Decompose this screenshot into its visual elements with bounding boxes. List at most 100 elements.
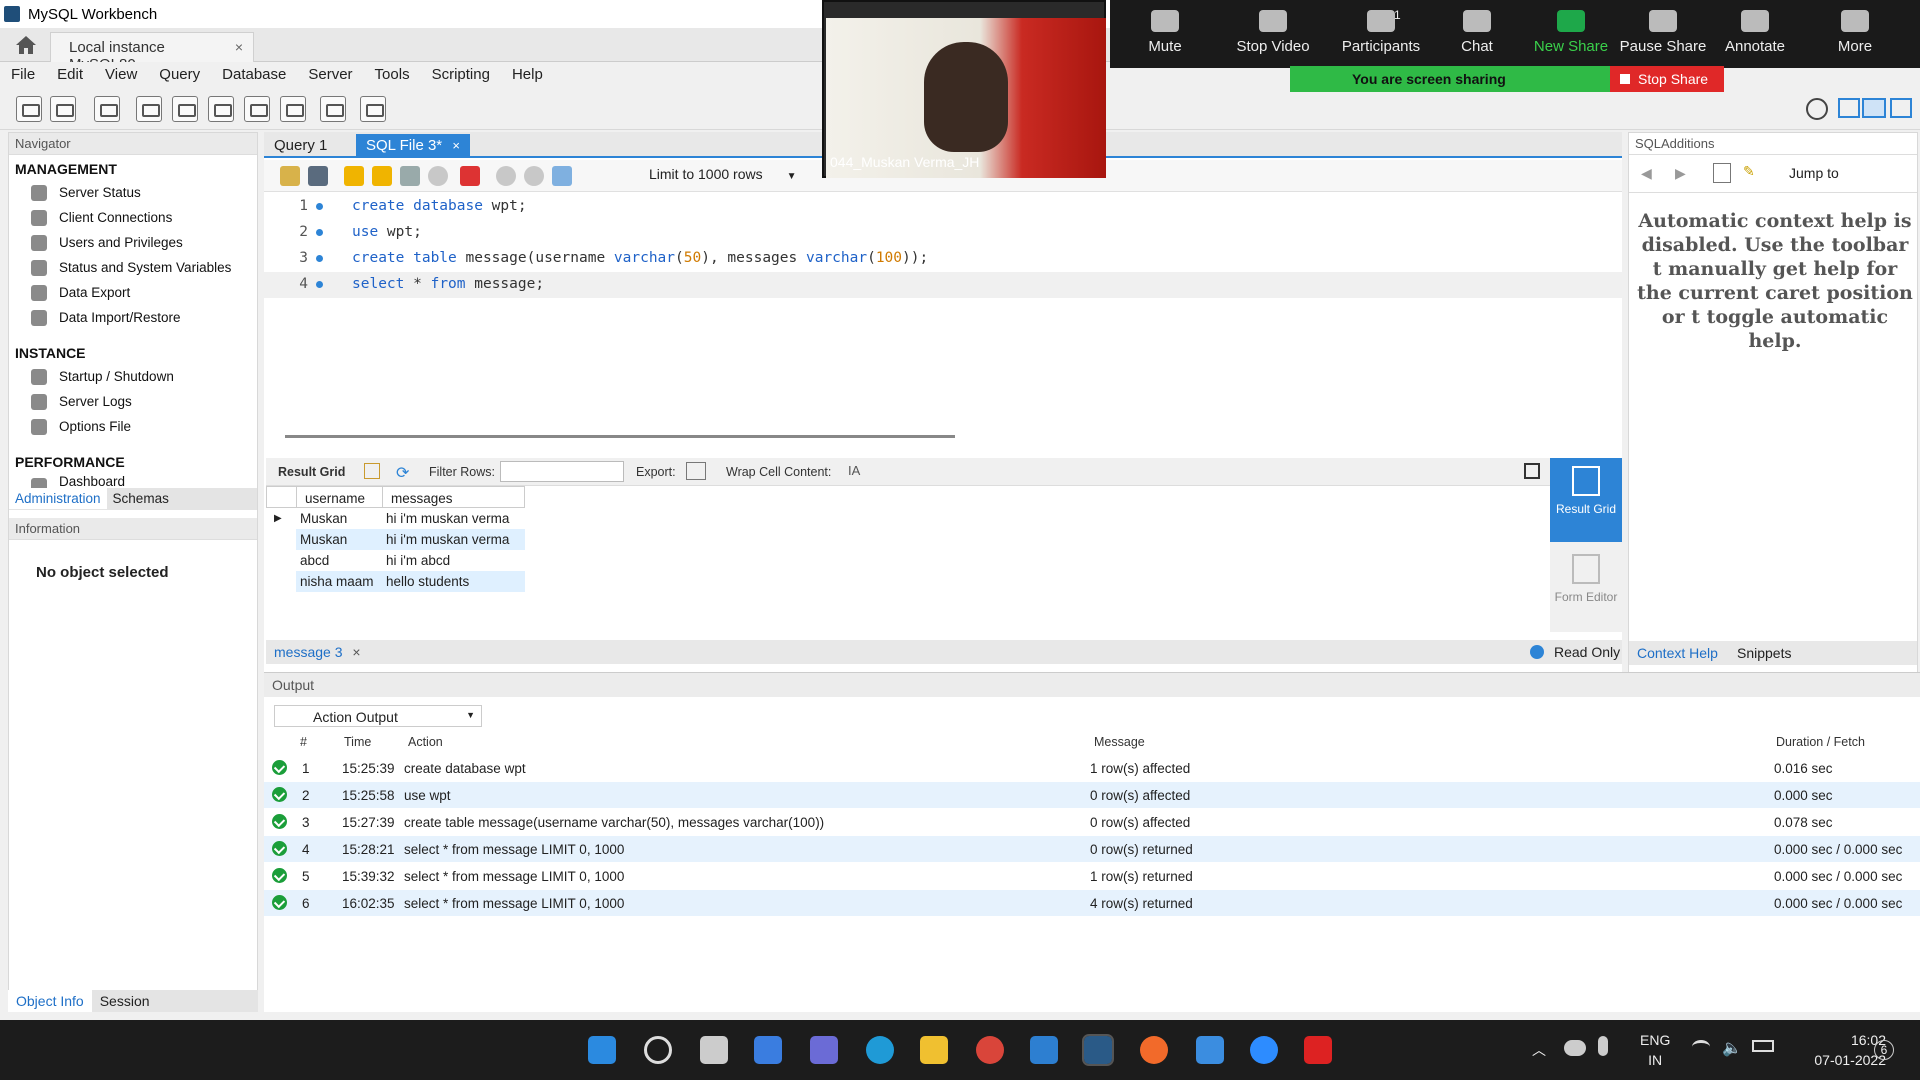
stop-icon[interactable] — [428, 166, 448, 186]
nav-server-logs[interactable]: Server Logs — [9, 390, 257, 415]
battery-icon[interactable] — [1752, 1040, 1774, 1052]
toggle-sidebar-icon[interactable] — [1838, 98, 1860, 118]
create-function-icon[interactable] — [280, 96, 306, 122]
column-header-username[interactable]: username — [296, 486, 383, 508]
grid-icon[interactable] — [364, 463, 380, 479]
create-table-icon[interactable] — [172, 96, 198, 122]
microphone-icon[interactable] — [1598, 1036, 1608, 1056]
create-procedure-icon[interactable] — [244, 96, 270, 122]
execute-current-icon[interactable] — [372, 166, 392, 186]
inspector-icon[interactable] — [94, 96, 120, 122]
create-schema-icon[interactable] — [136, 96, 162, 122]
participant-video[interactable]: 044_Muskan Verma_JH — [822, 0, 1106, 178]
file-explorer-icon[interactable] — [920, 1036, 948, 1064]
tab-session[interactable]: Session — [92, 990, 158, 1012]
close-icon[interactable]: × — [352, 644, 360, 660]
execute-icon[interactable] — [344, 166, 364, 186]
settings-icon[interactable] — [1806, 98, 1828, 120]
refresh-icon[interactable]: ⟳ — [396, 463, 414, 482]
tab-context-help[interactable]: Context Help — [1637, 645, 1718, 661]
output-row[interactable]: 2 15:25:58 use wpt 0 row(s) affected 0.000 s… — [264, 782, 1920, 808]
chrome-icon[interactable] — [976, 1036, 1004, 1064]
open-folder-icon[interactable] — [280, 166, 300, 186]
vscode-icon[interactable] — [1030, 1036, 1058, 1064]
create-view-icon[interactable] — [208, 96, 234, 122]
wrap-icon[interactable]: IA — [848, 463, 860, 478]
toggle-output-icon[interactable] — [1862, 98, 1886, 118]
nav-status-variables[interactable]: Status and System Variables — [9, 256, 257, 281]
output-row[interactable]: 1 15:25:39 create database wpt 1 row(s) aff… — [264, 755, 1920, 781]
menu-database[interactable]: Database — [211, 62, 297, 87]
auto-help-icon[interactable]: ✎ — [1743, 163, 1763, 183]
nav-users-privileges[interactable]: Users and Privileges — [9, 231, 257, 256]
result-tab-message-3[interactable]: message 3 × — [274, 644, 361, 660]
more-button[interactable]: More — [1800, 8, 1910, 55]
grid-cell[interactable]: Muskan — [296, 508, 382, 529]
menu-tools[interactable]: Tools — [364, 62, 421, 87]
mute-button[interactable]: Mute — [1110, 8, 1220, 55]
stop-share-button[interactable]: Stop Share — [1610, 66, 1724, 92]
onedrive-icon[interactable] — [1564, 1040, 1586, 1056]
notification-badge[interactable]: 6 — [1874, 1040, 1894, 1060]
grid-cell[interactable]: abcd — [296, 550, 382, 571]
mysql-workbench-icon[interactable] — [1082, 1034, 1114, 1066]
new-sql-tab-icon[interactable] — [16, 96, 42, 122]
nav-options-file[interactable]: Options File — [9, 415, 257, 440]
stop-video-button[interactable]: Stop Video — [1218, 8, 1328, 55]
sql-code-editor[interactable]: 1 create database wpt; 2 use wpt; 3 create … — [264, 194, 1622, 424]
menu-file[interactable]: File — [0, 62, 46, 87]
search-table-data-icon[interactable] — [320, 96, 346, 122]
tab-snippets[interactable]: Snippets — [1737, 645, 1791, 661]
home-icon[interactable] — [12, 34, 40, 56]
autocommit-icon[interactable] — [552, 166, 572, 186]
open-sql-script-icon[interactable] — [50, 96, 76, 122]
tab-object-info[interactable]: Object Info — [8, 990, 92, 1012]
notepad-icon[interactable] — [1196, 1036, 1224, 1064]
search-icon[interactable] — [644, 1036, 672, 1064]
close-icon[interactable]: × — [235, 39, 243, 55]
nav-data-export[interactable]: Data Export — [9, 281, 257, 306]
postman-icon[interactable] — [1140, 1036, 1168, 1064]
nav-client-connections[interactable]: Client Connections — [9, 206, 257, 231]
nav-dashboard[interactable]: Dashboard — [9, 474, 257, 488]
output-row[interactable]: 3 15:27:39 create table message(username v… — [264, 809, 1920, 835]
filter-rows-input[interactable] — [500, 461, 624, 482]
grid-cell[interactable]: hi i'm abcd — [382, 550, 525, 571]
form-editor-button[interactable]: Form Editor — [1550, 546, 1622, 630]
grid-cell[interactable]: hi i'm muskan verma — [382, 508, 525, 529]
grid-cell[interactable]: hello students — [382, 571, 525, 592]
rollback-icon[interactable] — [524, 166, 544, 186]
output-row[interactable]: 5 15:39:32 select * from message LIMIT 0, … — [264, 863, 1920, 889]
tab-administration[interactable]: Administration — [9, 488, 107, 509]
toggle-panel-icon[interactable] — [1524, 463, 1540, 479]
widgets-icon[interactable] — [754, 1036, 782, 1064]
menu-help[interactable]: Help — [501, 62, 554, 87]
horizontal-scrollbar[interactable] — [285, 435, 955, 438]
export-icon[interactable] — [686, 462, 706, 480]
wifi-icon[interactable] — [1692, 1040, 1710, 1054]
menu-scripting[interactable]: Scripting — [421, 62, 501, 87]
edge-icon[interactable] — [866, 1036, 894, 1064]
tab-query-1[interactable]: Query 1 — [264, 134, 337, 158]
tab-sql-file-3[interactable]: SQL File 3* × — [356, 134, 470, 158]
nav-data-import[interactable]: Data Import/Restore — [9, 306, 257, 331]
language-indicator[interactable]: ENG IN — [1640, 1030, 1670, 1070]
tab-schemas[interactable]: Schemas — [107, 488, 175, 509]
zoom-icon[interactable] — [1250, 1036, 1278, 1064]
task-view-icon[interactable] — [700, 1036, 728, 1064]
grid-cell[interactable]: hi i'm muskan verma — [382, 529, 525, 550]
menu-query[interactable]: Query — [148, 62, 211, 87]
output-row[interactable]: 6 16:02:35 select * from message LIMIT 0, … — [264, 890, 1920, 916]
output-type-select[interactable]: Action Output ▼ — [274, 705, 482, 727]
menu-server[interactable]: Server — [297, 62, 363, 87]
back-icon[interactable]: ◀ — [1641, 165, 1652, 182]
toggle-error-stop-icon[interactable] — [460, 166, 480, 186]
chevron-up-icon[interactable]: ︿ — [1532, 1040, 1546, 1060]
jump-to-select[interactable]: Jump to — [1789, 165, 1839, 181]
manual-help-icon[interactable] — [1713, 163, 1731, 183]
save-icon[interactable] — [308, 166, 328, 186]
column-header-messages[interactable]: messages — [382, 486, 525, 508]
limit-rows-select[interactable]: Limit to 1000 rows ▼ — [649, 166, 797, 182]
nav-server-status[interactable]: Server Status — [9, 181, 257, 206]
participants-button[interactable]: Participants 1 — [1326, 8, 1436, 55]
